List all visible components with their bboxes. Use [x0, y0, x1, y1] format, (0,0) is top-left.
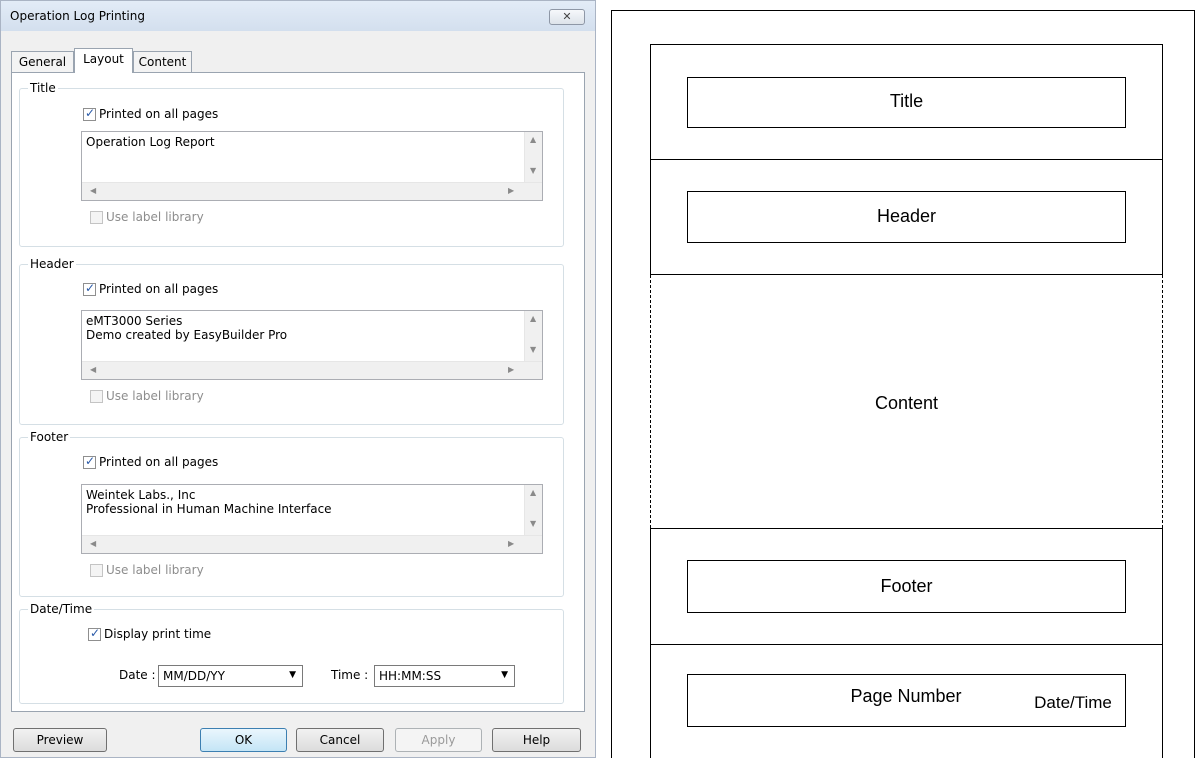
cancel-button-label: Cancel [319, 733, 361, 747]
header-use-label-library-label: Use label library [106, 389, 204, 403]
operation-log-printing-dialog: Operation Log Printing ✕ General Layout … [0, 0, 596, 758]
section-left-edge [650, 44, 651, 160]
date-label: Date : [119, 668, 156, 682]
preview-button-label: Preview [36, 733, 84, 747]
tab-content[interactable]: Content [133, 51, 192, 72]
preview-button[interactable]: Preview [13, 728, 107, 752]
section-line-content-footer [650, 528, 1162, 529]
window-title: Operation Log Printing [10, 9, 145, 23]
scroll-up-icon[interactable]: ▲ [530, 314, 536, 323]
content-right-dashed-edge [1162, 275, 1163, 528]
scroll-right-icon[interactable]: ▶ [508, 539, 514, 548]
section-line-title-header [650, 159, 1162, 160]
date-time-label: Date/Time [1034, 693, 1112, 712]
scroll-left-icon[interactable]: ◀ [90, 365, 96, 374]
display-print-time-checkbox[interactable] [88, 626, 101, 641]
header-text-box[interactable]: eMT3000 Series Demo created by EasyBuild… [81, 310, 543, 380]
chevron-down-icon: ▼ [289, 670, 296, 680]
footer-box-label: Footer [880, 576, 933, 596]
title-printed-all-pages-label: Printed on all pages [99, 107, 219, 121]
tab-general[interactable]: General [11, 51, 74, 72]
section-right-edge [1162, 528, 1163, 758]
title-vertical-scrollbar[interactable]: ▲ ▼ [524, 132, 542, 184]
display-print-time-label: Display print time [104, 627, 212, 641]
section-line-header-content [650, 274, 1162, 275]
ok-button[interactable]: OK [200, 728, 287, 752]
page-border-top [611, 10, 1194, 11]
section-right-edge [1162, 44, 1163, 160]
header-horizontal-scrollbar[interactable]: ◀ ▶ [82, 361, 542, 379]
title-text: Operation Log Report [86, 135, 215, 149]
title-use-label-library-checkbox[interactable] [90, 211, 103, 224]
header-printed-all-pages-checkbox[interactable] [83, 281, 96, 296]
tab-layout-label: Layout [83, 52, 124, 66]
time-format-value: HH:MM:SS [379, 669, 442, 683]
scroll-right-icon[interactable]: ▶ [508, 365, 514, 374]
scroll-up-icon[interactable]: ▲ [530, 135, 536, 144]
apply-button-label: Apply [421, 733, 456, 747]
footer-use-label-library-label: Use label library [106, 563, 204, 577]
scroll-down-icon[interactable]: ▼ [530, 345, 536, 354]
date-format-select[interactable]: MM/DD/YY ▼ [158, 665, 303, 687]
title-box-label: Title [889, 91, 924, 111]
content-area-label: Content [874, 393, 939, 413]
header-box-label: Header [876, 206, 937, 226]
title-bar: Operation Log Printing ✕ [1, 1, 595, 31]
title-printed-all-pages-checkbox[interactable] [83, 106, 96, 121]
header-printed-all-pages-label: Printed on all pages [99, 282, 219, 296]
chevron-down-icon: ▼ [501, 670, 508, 680]
footer-group-legend: Footer [30, 430, 69, 444]
scroll-left-icon[interactable]: ◀ [90, 186, 96, 195]
title-text-box[interactable]: Operation Log Report ▲ ▼ ◀ ▶ [81, 131, 543, 201]
scroll-down-icon[interactable]: ▼ [530, 166, 536, 175]
page-number-label: Page Number [850, 686, 962, 706]
scroll-up-icon[interactable]: ▲ [530, 488, 536, 497]
apply-button[interactable]: Apply [395, 728, 482, 752]
footer-horizontal-scrollbar[interactable]: ◀ ▶ [82, 535, 542, 553]
date-time-group: Date/Time [19, 602, 564, 704]
page-border-left [611, 10, 612, 758]
section-right-edge [1162, 159, 1163, 275]
time-format-select[interactable]: HH:MM:SS ▼ [374, 665, 515, 687]
ok-button-label: OK [234, 733, 253, 747]
cancel-button[interactable]: Cancel [296, 728, 384, 752]
time-label: Time : [331, 668, 369, 682]
footer-text-box[interactable]: Weintek Labs., Inc Professional in Human… [81, 484, 543, 554]
date-format-value: MM/DD/YY [163, 669, 225, 683]
section-line-top [650, 44, 1162, 45]
scroll-down-icon[interactable]: ▼ [530, 519, 536, 528]
section-line-footer-page [650, 644, 1162, 645]
close-button[interactable]: ✕ [549, 9, 585, 25]
help-button-label: Help [522, 733, 551, 747]
section-left-edge [650, 159, 651, 275]
tab-content-label: Content [138, 55, 187, 69]
footer-text: Weintek Labs., Inc Professional in Human… [86, 488, 332, 516]
close-icon[interactable]: ✕ [550, 10, 584, 24]
title-use-label-library-label: Use label library [106, 210, 204, 224]
help-button[interactable]: Help [492, 728, 581, 752]
footer-printed-all-pages-checkbox[interactable] [83, 454, 96, 469]
layout-preview: Title Header Content Footer Page Number … [611, 0, 1195, 758]
header-group-legend: Header [30, 257, 74, 271]
date-time-group-legend: Date/Time [30, 602, 93, 616]
tab-general-label: General [18, 55, 67, 69]
header-vertical-scrollbar[interactable]: ▲ ▼ [524, 311, 542, 363]
footer-use-label-library-checkbox[interactable] [90, 564, 103, 577]
section-left-edge [650, 528, 651, 758]
header-text: eMT3000 Series Demo created by EasyBuild… [86, 314, 288, 342]
header-use-label-library-checkbox[interactable] [90, 390, 103, 403]
tab-layout[interactable]: Layout [74, 48, 133, 73]
title-horizontal-scrollbar[interactable]: ◀ ▶ [82, 182, 542, 200]
footer-vertical-scrollbar[interactable]: ▲ ▼ [524, 485, 542, 537]
scroll-right-icon[interactable]: ▶ [508, 186, 514, 195]
footer-printed-all-pages-label: Printed on all pages [99, 455, 219, 469]
scroll-left-icon[interactable]: ◀ [90, 539, 96, 548]
title-group-legend: Title [30, 81, 56, 95]
